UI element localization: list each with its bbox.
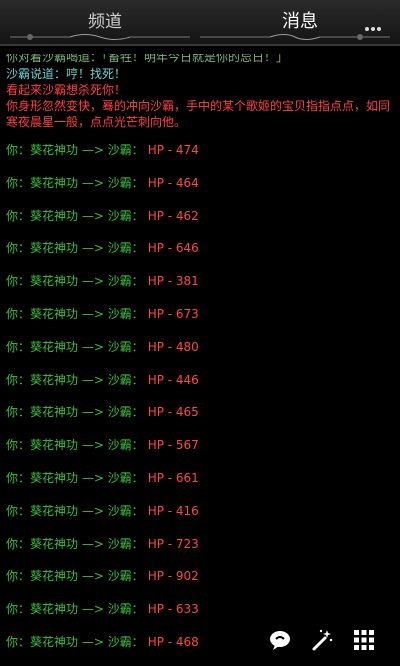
- hp-damage-text: HP - 464: [147, 175, 199, 190]
- combat-action-text: 你：葵花神功 —> 沙霸：: [6, 470, 144, 485]
- log-kill-intent: 看起来沙霸想杀死你！: [6, 83, 127, 97]
- hp-damage-text: HP - 381: [147, 274, 199, 289]
- hp-damage-text: HP - 646: [147, 241, 199, 256]
- hp-damage-text: HP - 567: [147, 438, 199, 453]
- combat-action-text: 你：葵花神功 —> 沙霸：: [6, 175, 144, 190]
- combat-log-row: 你：葵花神功 —> 沙霸： HP - 381: [6, 272, 396, 305]
- hp-damage-text: HP - 673: [147, 306, 199, 321]
- combat-action-text: 你：葵花神功 —> 沙霸：: [6, 143, 144, 157]
- chat-bubble-icon[interactable]: [268, 628, 292, 652]
- hp-damage-text: HP - 480: [147, 339, 199, 354]
- hp-damage-text: HP - 661: [147, 470, 199, 485]
- combat-log-row: 你：葵花神功 —> 沙霸： HP - 468: [6, 633, 396, 666]
- grid-menu-icon[interactable]: [352, 628, 376, 652]
- hp-damage-text: HP - 468: [147, 634, 199, 649]
- combat-action-text: 你：葵花神功 —> 沙霸：: [6, 405, 144, 420]
- combat-log-row: 你：葵花神功 —> 沙霸： HP - 480: [6, 338, 396, 371]
- combat-log-row: 你：葵花神功 —> 沙霸： HP - 661: [6, 469, 396, 502]
- combat-action-text: 你：葵花神功 —> 沙霸：: [6, 274, 144, 289]
- log-partial-line: 你对着沙霸喝道：「畜牲！明年今日就是你的忌日！」: [6, 50, 289, 64]
- combat-log-row: 你：葵花神功 —> 沙霸： HP - 646: [6, 239, 396, 272]
- combat-action-text: 你：葵花神功 —> 沙霸：: [6, 208, 144, 223]
- combat-action-text: 你：葵花神功 —> 沙霸：: [6, 634, 144, 649]
- ornament-divider-right: [200, 34, 390, 40]
- hp-damage-text: HP - 462: [147, 208, 199, 223]
- combat-action-text: 你：葵花神功 —> 沙霸：: [6, 438, 144, 453]
- combat-action-text: 你：葵花神功 —> 沙霸：: [6, 339, 144, 354]
- more-icon[interactable]: [364, 16, 386, 31]
- log-shaba-says: 沙霸说道：哼！找死！: [6, 67, 127, 81]
- combat-action-text: 你：葵花神功 —> 沙霸：: [6, 372, 144, 387]
- hp-damage-text: HP - 633: [147, 602, 199, 617]
- ornament-divider-left: [10, 34, 190, 40]
- combat-log-row: 你：葵花神功 —> 沙霸： HP - 474: [6, 141, 396, 174]
- channel-tab-bar: 频道 消息: [0, 0, 400, 46]
- hp-damage-text: HP - 416: [147, 503, 199, 518]
- hp-damage-text: HP - 446: [147, 372, 199, 387]
- hp-damage-text: HP - 723: [147, 536, 199, 551]
- combat-action-text: 你：葵花神功 —> 沙霸：: [6, 602, 144, 617]
- hp-damage-text: HP - 474: [147, 143, 199, 157]
- hp-damage-text: HP - 902: [147, 569, 199, 584]
- combat-log-row: 你：葵花神功 —> 沙霸： HP - 723: [6, 535, 396, 568]
- combat-log-row: 你：葵花神功 —> 沙霸： HP - 465: [6, 403, 396, 436]
- combat-log-row: 你：葵花神功 —> 沙霸： HP - 902: [6, 567, 396, 600]
- combat-log-row: 你：葵花神功 —> 沙霸： HP - 633: [6, 600, 396, 633]
- combat-log-row: 你：葵花神功 —> 沙霸： HP - 446: [6, 371, 396, 404]
- combat-log-row: 你：葵花神功 —> 沙霸： HP - 416: [6, 502, 396, 535]
- combat-log-row: 你：葵花神功 —> 沙霸： HP - 673: [6, 305, 396, 338]
- combat-log-row: 你：葵花神功 —> 沙霸： HP - 567: [6, 436, 396, 469]
- combat-action-text: 你：葵花神功 —> 沙霸：: [6, 241, 144, 256]
- combat-action-text: 你：葵花神功 —> 沙霸：: [6, 306, 144, 321]
- hp-damage-text: HP - 465: [147, 405, 199, 420]
- combat-action-text: 你：葵花神功 —> 沙霸：: [6, 503, 144, 518]
- combat-action-text: 你：葵花神功 —> 沙霸：: [6, 536, 144, 551]
- combat-log: 你：葵花神功 —> 沙霸： HP - 474 你：葵花神功 —> 沙霸： HP - 4…: [6, 141, 396, 666]
- magic-wand-icon[interactable]: [310, 628, 334, 652]
- combat-action-text: 你：葵花神功 —> 沙霸：: [6, 569, 144, 584]
- log-story: 你身形忽然变快，蓦的冲向沙霸，手中的某个歌姬的宝贝指指点点，如同寒夜晨星一般，点…: [6, 99, 391, 129]
- combat-log-row: 你：葵花神功 —> 沙霸： HP - 462: [6, 207, 396, 240]
- combat-log-row: 你：葵花神功 —> 沙霸： HP - 464: [6, 174, 396, 207]
